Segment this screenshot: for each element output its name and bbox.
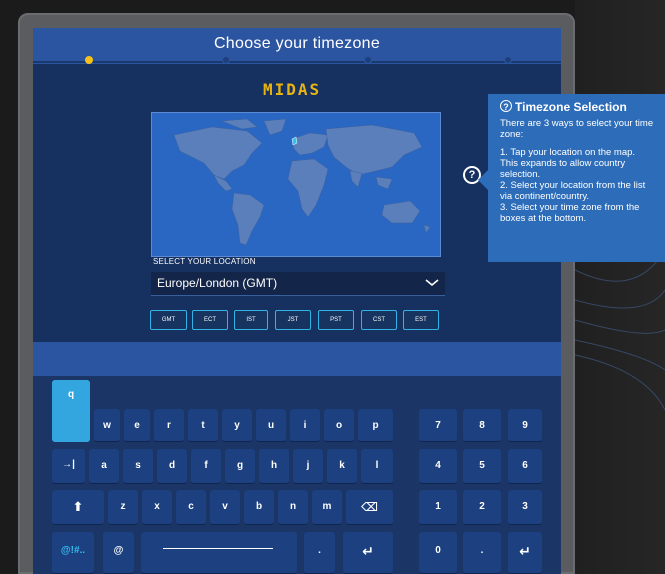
key-g[interactable]: g xyxy=(225,449,255,484)
key-j[interactable]: j xyxy=(293,449,323,484)
key-e[interactable]: e xyxy=(124,409,150,442)
key-enter[interactable]: ↵ xyxy=(343,532,393,574)
header-bar: Choose your timezone xyxy=(33,28,561,64)
key-c[interactable]: c xyxy=(176,490,206,525)
key-num-9[interactable]: 9 xyxy=(508,409,542,442)
key-b[interactable]: b xyxy=(244,490,274,525)
key-v[interactable]: v xyxy=(210,490,240,525)
progress-step-3 xyxy=(364,56,372,64)
key-num-enter[interactable]: ↵ xyxy=(508,532,542,574)
key-num-1[interactable]: 1 xyxy=(419,490,457,525)
key-m[interactable]: m xyxy=(312,490,342,525)
location-select-value: Europe/London (GMT) xyxy=(157,276,278,290)
timezone-button-gmt[interactable]: GMT xyxy=(150,310,187,330)
key-o[interactable]: o xyxy=(324,409,354,442)
tooltip-arrow xyxy=(478,170,488,190)
key-i[interactable]: i xyxy=(290,409,320,442)
on-screen-keyboard: q w e r t y u i o p →| a s d f g h j k l… xyxy=(33,376,561,574)
key-a[interactable]: a xyxy=(89,449,119,484)
key-z[interactable]: z xyxy=(108,490,138,525)
divider-band xyxy=(33,342,561,376)
timezone-button-ect[interactable]: ECT xyxy=(192,310,228,330)
key-space[interactable] xyxy=(141,532,297,574)
key-num-4[interactable]: 4 xyxy=(419,449,457,484)
key-w[interactable]: w xyxy=(94,409,120,442)
progress-step-4 xyxy=(504,56,512,64)
world-map[interactable] xyxy=(151,112,441,257)
space-bar-line xyxy=(163,548,273,549)
key-d[interactable]: d xyxy=(157,449,187,484)
key-num-period[interactable]: . xyxy=(463,532,501,574)
key-t[interactable]: t xyxy=(188,409,218,442)
key-k[interactable]: k xyxy=(327,449,357,484)
key-tab[interactable]: →| xyxy=(52,449,85,484)
location-label: SELECT YOUR LOCATION xyxy=(153,257,256,266)
key-num-8[interactable]: 8 xyxy=(463,409,501,442)
help-tooltip: ? Timezone Selection There are 3 ways to … xyxy=(488,94,665,262)
key-h[interactable]: h xyxy=(259,449,289,484)
key-backspace[interactable]: ⌫ xyxy=(346,490,393,525)
key-q[interactable]: q xyxy=(52,380,90,442)
location-select[interactable]: Europe/London (GMT) xyxy=(151,272,445,296)
key-f[interactable]: f xyxy=(191,449,221,484)
key-num-6[interactable]: 6 xyxy=(508,449,542,484)
timezone-button-est[interactable]: EST xyxy=(403,310,439,330)
key-y[interactable]: y xyxy=(222,409,252,442)
key-period[interactable]: . xyxy=(304,532,335,574)
key-p[interactable]: p xyxy=(358,409,393,442)
question-circle-icon: ? xyxy=(500,100,512,112)
key-num-3[interactable]: 3 xyxy=(508,490,542,525)
background-panel xyxy=(575,0,665,574)
key-num-2[interactable]: 2 xyxy=(463,490,501,525)
key-num-0[interactable]: 0 xyxy=(419,532,457,574)
key-x[interactable]: x xyxy=(142,490,172,525)
key-n[interactable]: n xyxy=(278,490,308,525)
key-u[interactable]: u xyxy=(256,409,286,442)
help-line-1: 1. Tap your location on the map. This ex… xyxy=(500,147,636,180)
key-l[interactable]: l xyxy=(361,449,393,484)
midas-logo: MIDAS xyxy=(263,80,322,99)
setup-screen: Choose your timezone MIDAS SELECT YOUR L… xyxy=(33,28,561,574)
key-symbols[interactable]: @!#.. xyxy=(52,532,94,574)
progress-track xyxy=(33,61,561,63)
help-line-2: 2. Select your location from the list vi… xyxy=(500,180,646,202)
timezone-button-cst[interactable]: CST xyxy=(361,310,397,330)
key-num-5[interactable]: 5 xyxy=(463,449,501,484)
key-shift[interactable]: ⬆ xyxy=(52,490,104,525)
key-s[interactable]: s xyxy=(123,449,153,484)
progress-step-1 xyxy=(85,56,93,64)
progress-step-2 xyxy=(222,56,230,64)
help-line-3: 3. Select your time zone from the boxes … xyxy=(500,202,640,224)
help-title: Timezone Selection xyxy=(515,100,627,114)
help-intro: There are 3 ways to select your time zon… xyxy=(500,118,654,140)
page-title: Choose your timezone xyxy=(213,35,381,52)
timezone-button-ist[interactable]: IST xyxy=(234,310,268,330)
timezone-button-pst[interactable]: PST xyxy=(318,310,354,330)
help-title-row: ? Timezone Selection xyxy=(500,100,655,114)
key-r[interactable]: r xyxy=(154,409,184,442)
key-num-7[interactable]: 7 xyxy=(419,409,457,442)
timezone-button-jst[interactable]: JST xyxy=(275,310,311,330)
chevron-down-icon xyxy=(425,279,439,287)
key-at[interactable]: @ xyxy=(103,532,134,574)
